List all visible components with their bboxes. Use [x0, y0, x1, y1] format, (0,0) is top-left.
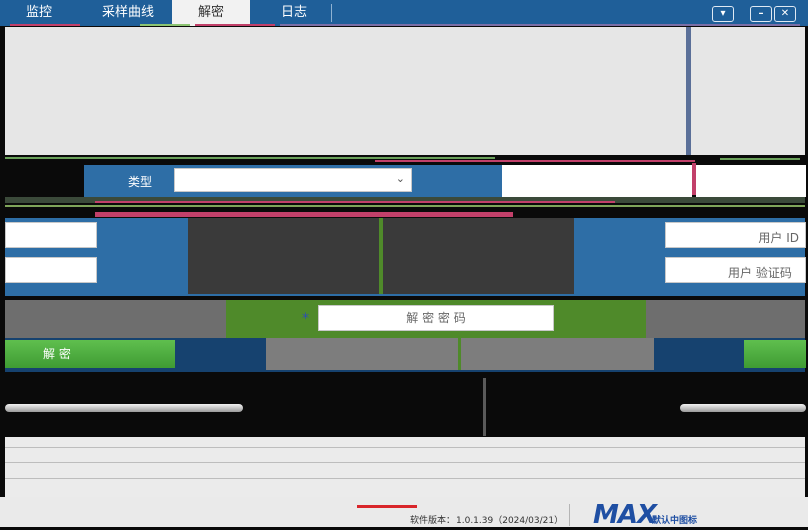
user-id-input[interactable]: 用户 ID [665, 222, 806, 248]
decor-stripe [5, 157, 495, 159]
decor-band [95, 212, 513, 217]
decor-stripe [5, 205, 805, 207]
lower-panel [5, 437, 805, 497]
decor-stripe [375, 160, 695, 162]
left-slider-track[interactable] [5, 404, 243, 412]
decor-divider [686, 27, 691, 155]
right-slider-track[interactable] [680, 404, 806, 412]
minimize-button[interactable]: – [750, 6, 772, 22]
decor-line [5, 478, 805, 479]
decor-stripe [10, 24, 80, 26]
brand-logo-subtext: 默认中图标 [652, 516, 698, 526]
decor-stripe [140, 24, 190, 26]
tab-sampling-curve[interactable]: 采样曲线 [88, 0, 168, 26]
tab-divider [331, 4, 332, 22]
decor-divider [379, 218, 383, 294]
decor-stripe [95, 201, 615, 203]
version-value: 1.0.1.39（2024/03/21） [456, 516, 564, 526]
password-input[interactable]: 解 密 密 码 [318, 305, 554, 331]
dropdown-button[interactable]: ▾ [712, 6, 734, 22]
left-field-top[interactable] [5, 222, 97, 248]
type-row-blank [696, 165, 806, 197]
brand-logo: MAX [593, 500, 657, 530]
user-id-placeholder: 用户 ID [758, 231, 799, 245]
required-marker: * [302, 311, 309, 327]
tab-log[interactable]: 日志 [256, 0, 332, 26]
version-label: 软件版本： [410, 516, 456, 526]
user-code-input[interactable]: 用户 验证码 [665, 257, 806, 283]
user-code-placeholder: 用户 验证码 [728, 266, 792, 280]
decor-stripe [720, 158, 800, 160]
type-label: 类型 [128, 175, 153, 189]
decor-stripe [357, 505, 417, 508]
left-field-bottom[interactable] [5, 257, 97, 283]
tab-decrypt[interactable]: 解密 [172, 0, 250, 26]
decor-line [5, 462, 805, 463]
decrypt-button[interactable]: 解 密 [5, 340, 175, 368]
footer-divider [569, 504, 570, 526]
decor-stripe [195, 24, 275, 26]
tab-monitor[interactable]: 监控 [8, 0, 70, 26]
chevron-down-icon: ⌄ [395, 172, 405, 185]
decrypt-button-right[interactable] [744, 340, 806, 368]
decor-divider [483, 378, 486, 436]
password-placeholder: 解 密 密 码 [406, 311, 466, 325]
decor-line [5, 447, 805, 448]
type-row-blank [502, 165, 692, 197]
decor-divider [458, 338, 461, 370]
type-select[interactable]: ⌄ [174, 168, 412, 192]
close-button[interactable]: ✕ [774, 6, 796, 22]
upper-panel [5, 27, 805, 155]
decor-stripe [280, 24, 800, 26]
